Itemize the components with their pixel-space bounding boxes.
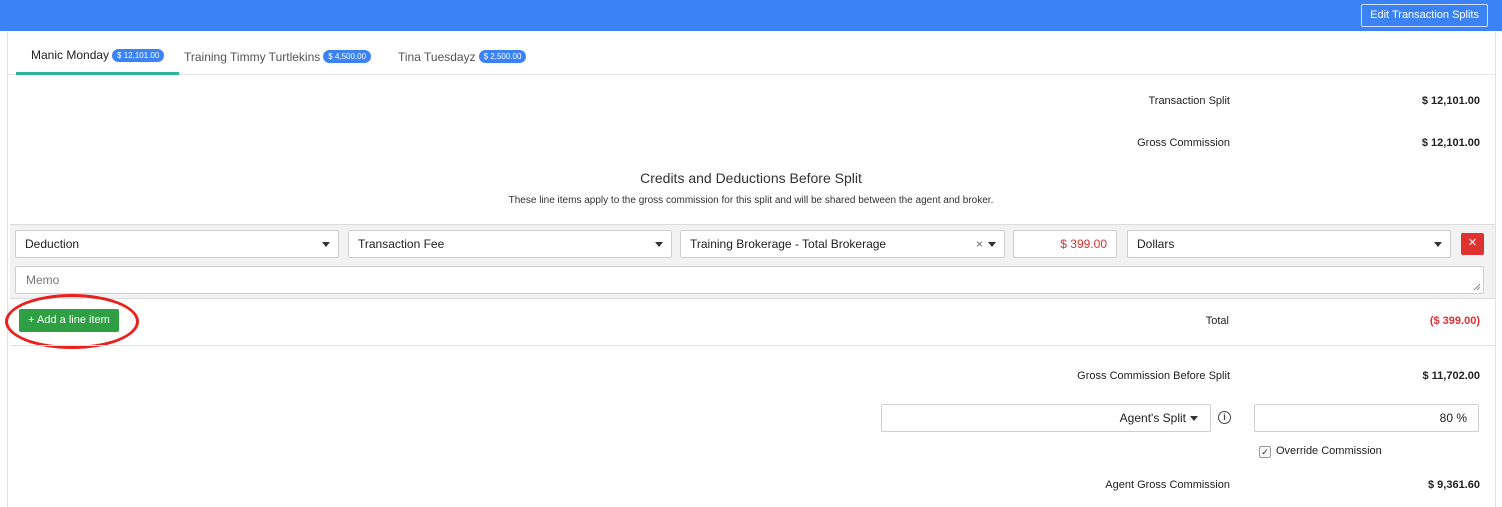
- line-item-payee-value: Training Brokerage - Total Brokerage: [690, 237, 887, 251]
- tab-label: Manic Monday: [31, 48, 110, 62]
- line-item-amount-input[interactable]: $ 399.00: [1013, 230, 1117, 258]
- tab-amount-badge: $ 2,500.00: [478, 50, 527, 63]
- section-divider: [10, 345, 1495, 346]
- transaction-split-panel: Edit Transaction Splits Manic Monday $ 1…: [0, 0, 1502, 507]
- agent-gross-commission-value: $ 9,361.60: [1428, 479, 1480, 491]
- transaction-split-label: Transaction Split: [1148, 95, 1230, 107]
- chevron-down-icon: [1434, 242, 1442, 247]
- line-item-category-value: Transaction Fee: [358, 237, 445, 251]
- clear-selection-icon[interactable]: ×: [976, 231, 983, 257]
- split-type-value: Agent's Split: [1119, 411, 1186, 425]
- chevron-down-icon: [322, 242, 330, 247]
- remove-line-item-button[interactable]: ✕: [1461, 233, 1484, 255]
- chevron-down-icon: [988, 242, 996, 247]
- override-commission-checkbox[interactable]: ✓: [1259, 446, 1271, 458]
- override-commission-label: Override Commission: [1276, 445, 1382, 457]
- line-item-unit-select[interactable]: Dollars: [1127, 230, 1451, 258]
- highlight-circle-annotation: [5, 294, 139, 349]
- line-item-unit-value: Dollars: [1137, 237, 1175, 251]
- line-item-type-value: Deduction: [25, 237, 80, 251]
- split-percent-input[interactable]: 80 %: [1254, 404, 1479, 432]
- resize-grip-icon[interactable]: [1473, 283, 1481, 291]
- tab-amount-badge: $ 12,101.00: [112, 48, 165, 62]
- tab-training-timmy-turtlekins[interactable]: Training Timmy Turtlekins $ 4,500.00: [184, 38, 372, 75]
- panel-left-border: [7, 31, 8, 507]
- tab-label: Training Timmy Turtlekins: [184, 49, 321, 64]
- gross-before-split-label: Gross Commission Before Split: [1077, 370, 1230, 382]
- top-bar: Edit Transaction Splits: [0, 0, 1502, 31]
- edit-transaction-splits-button[interactable]: Edit Transaction Splits: [1361, 4, 1488, 27]
- chevron-down-icon: [655, 242, 663, 247]
- transaction-split-value: $ 12,101.00: [1421, 95, 1480, 107]
- line-item-payee-select[interactable]: Training Brokerage - Total Brokerage ×: [680, 230, 1005, 258]
- line-item-type-select[interactable]: Deduction: [15, 230, 339, 258]
- total-label: Total: [1205, 315, 1229, 327]
- agent-gross-commission-label: Agent Gross Commission: [1105, 479, 1230, 491]
- gross-before-split-value: $ 11,702.00: [1422, 370, 1480, 382]
- tab-amount-badge: $ 4,500.00: [323, 50, 372, 63]
- gross-commission-label: Gross Commission: [1137, 137, 1230, 149]
- total-value: ($ 399.00): [1429, 315, 1480, 327]
- tab-tina-tuesdayz[interactable]: Tina Tuesdayz $ 2,500.00: [398, 38, 527, 75]
- tab-manic-monday[interactable]: Manic Monday $ 12,101.00: [16, 38, 179, 75]
- chevron-down-icon: [1190, 416, 1198, 421]
- memo-placeholder: Memo: [26, 273, 60, 287]
- split-tabs: Manic Monday $ 12,101.00 Training Timmy …: [8, 38, 1495, 75]
- credits-section-subtitle: These line items apply to the gross comm…: [508, 195, 994, 206]
- gross-commission-value: $ 12,101.00: [1421, 137, 1480, 149]
- credits-section-title: Credits and Deductions Before Split: [640, 170, 862, 186]
- split-type-select[interactable]: Agent's Split: [881, 404, 1211, 432]
- line-item-category-select[interactable]: Transaction Fee: [348, 230, 672, 258]
- tab-label: Tina Tuesdayz: [398, 49, 476, 64]
- info-icon[interactable]: i: [1218, 411, 1231, 424]
- memo-field[interactable]: Memo: [15, 266, 1484, 294]
- panel-right-border: [1495, 31, 1496, 507]
